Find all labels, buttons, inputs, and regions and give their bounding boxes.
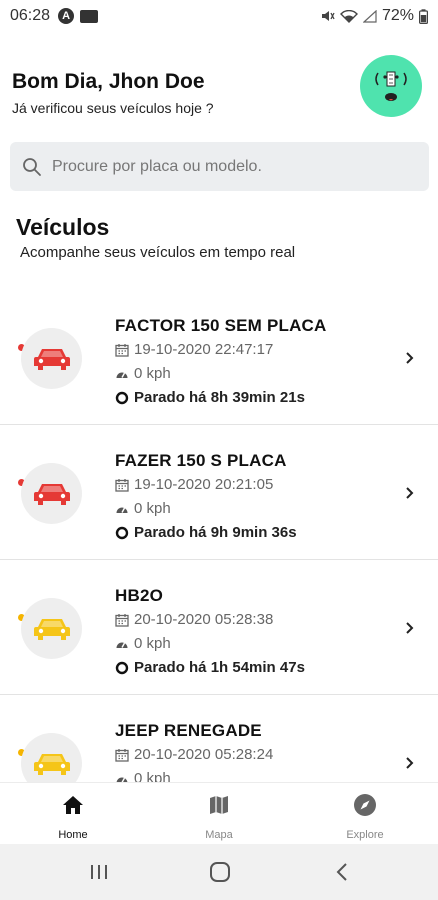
- battery-icon: [419, 8, 428, 24]
- vehicle-speed: 0 kph: [134, 365, 171, 382]
- mute-icon: [321, 11, 335, 21]
- recent-apps-button[interactable]: [79, 858, 119, 886]
- vehicle-avatar: [21, 733, 82, 782]
- bottom-nav: Home Mapa Explore: [0, 782, 438, 844]
- search-input[interactable]: [52, 157, 402, 176]
- vehicle-card[interactable]: FACTOR 150 SEM PLACA 19-10-2020 22:47:17…: [0, 290, 438, 425]
- section-title: Veículos: [16, 214, 110, 240]
- vehicle-status: Parado há 8h 39min 21s: [134, 389, 305, 406]
- stop-status-icon: [115, 661, 129, 674]
- system-nav-bar: [0, 844, 438, 900]
- greeting-subtitle: Já verificou seus veículos hoje ?: [12, 100, 214, 116]
- map-icon: [210, 796, 228, 814]
- home-system-button[interactable]: [200, 858, 240, 886]
- wifi-icon: [339, 9, 358, 23]
- vehicle-datetime-row: 20-10-2020 05:28:38: [115, 611, 273, 628]
- chevron-right-icon[interactable]: [403, 483, 417, 503]
- vehicle-speed-row: 0 kph: [115, 500, 171, 517]
- car-icon: [33, 348, 70, 370]
- back-button[interactable]: [322, 858, 362, 886]
- vehicle-speed: 0 kph: [134, 770, 171, 782]
- calendar-icon: [115, 343, 129, 357]
- speedometer-icon: [116, 372, 128, 378]
- chevron-right-icon[interactable]: [403, 348, 417, 368]
- vehicle-avatar: [21, 598, 82, 659]
- vehicle-list[interactable]: FACTOR 150 SEM PLACA 19-10-2020 22:47:17…: [0, 290, 438, 782]
- calendar-icon: [115, 613, 129, 627]
- calendar-icon: [115, 478, 129, 492]
- search-icon: [23, 157, 41, 176]
- vehicle-name: JEEP RENEGADE: [115, 721, 262, 740]
- vehicle-card[interactable]: HB2O 20-10-2020 05:28:38 0 kph Parado há…: [0, 560, 438, 695]
- speedometer-icon: [116, 507, 128, 513]
- section-subtitle: Acompanhe seus veículos em tempo real: [20, 244, 296, 261]
- nav-explore-label: Explore: [346, 829, 384, 841]
- vehicle-datetime: 19-10-2020 20:21:05: [134, 476, 274, 493]
- vehicle-avatar: [21, 328, 82, 389]
- nav-home-label: Home: [58, 829, 88, 841]
- car-icon: [33, 753, 70, 775]
- signal-icon: [362, 9, 377, 23]
- avatar-illustration-icon: [375, 71, 407, 101]
- avatar[interactable]: [360, 55, 422, 117]
- stop-status-icon: [115, 391, 129, 404]
- vehicle-datetime: 20-10-2020 05:28:24: [134, 746, 274, 763]
- compass-icon: [354, 794, 376, 816]
- vehicle-status-row: Parado há 8h 39min 21s: [115, 389, 305, 406]
- vehicle-speed: 0 kph: [134, 635, 171, 652]
- back-icon: [336, 863, 347, 881]
- vehicle-speed: 0 kph: [134, 500, 171, 517]
- search-bar[interactable]: [10, 142, 429, 191]
- vehicle-name: FAZER 150 S PLACA: [115, 451, 287, 470]
- vehicle-name: HB2O: [115, 586, 164, 605]
- car-icon: [33, 483, 70, 505]
- vehicle-status-row: Parado há 9h 9min 36s: [115, 524, 297, 541]
- vehicle-datetime: 20-10-2020 05:28:38: [134, 611, 274, 628]
- vehicle-speed-row: 0 kph: [115, 770, 171, 782]
- vehicle-datetime-row: 19-10-2020 20:21:05: [115, 476, 273, 493]
- vehicle-datetime-row: 20-10-2020 05:28:24: [115, 746, 273, 763]
- vehicle-speed-row: 0 kph: [115, 635, 171, 652]
- a-circle-icon: A: [58, 8, 75, 24]
- vehicle-status: Parado há 1h 54min 47s: [134, 659, 305, 676]
- status-bar: 06:28 A 72%: [0, 0, 438, 32]
- vehicle-status-row: Parado há 1h 54min 47s: [115, 659, 305, 676]
- greeting-title: Bom Dia, Jhon Doe: [12, 70, 205, 93]
- vehicle-name: FACTOR 150 SEM PLACA: [115, 316, 327, 335]
- recent-apps-icon: [91, 865, 107, 879]
- vehicle-card[interactable]: FAZER 150 S PLACA 19-10-2020 20:21:05 0 …: [0, 425, 438, 560]
- home-icon: [63, 796, 83, 814]
- calendar-icon: [115, 748, 129, 762]
- car-icon: [33, 618, 70, 640]
- image-icon: [80, 9, 99, 23]
- nav-map-label: Mapa: [205, 829, 233, 841]
- vehicle-speed-row: 0 kph: [115, 365, 171, 382]
- nav-explore[interactable]: Explore: [305, 783, 425, 845]
- status-time: 06:28: [10, 7, 51, 24]
- speedometer-icon: [116, 642, 128, 648]
- stop-status-icon: [115, 526, 129, 539]
- speedometer-icon: [116, 777, 128, 782]
- chevron-right-icon[interactable]: [403, 753, 417, 773]
- chevron-right-icon[interactable]: [403, 618, 417, 638]
- home-square-icon: [210, 862, 230, 882]
- nav-map[interactable]: Mapa: [159, 783, 279, 845]
- vehicle-datetime-row: 19-10-2020 22:47:17: [115, 341, 273, 358]
- vehicle-status: Parado há 9h 9min 36s: [134, 524, 297, 541]
- vehicle-card[interactable]: JEEP RENEGADE 20-10-2020 05:28:24 0 kph: [0, 695, 438, 782]
- vehicle-avatar: [21, 463, 82, 524]
- vehicle-datetime: 19-10-2020 22:47:17: [134, 341, 274, 358]
- nav-home[interactable]: Home: [13, 783, 133, 845]
- battery-text: 72%: [381, 7, 414, 24]
